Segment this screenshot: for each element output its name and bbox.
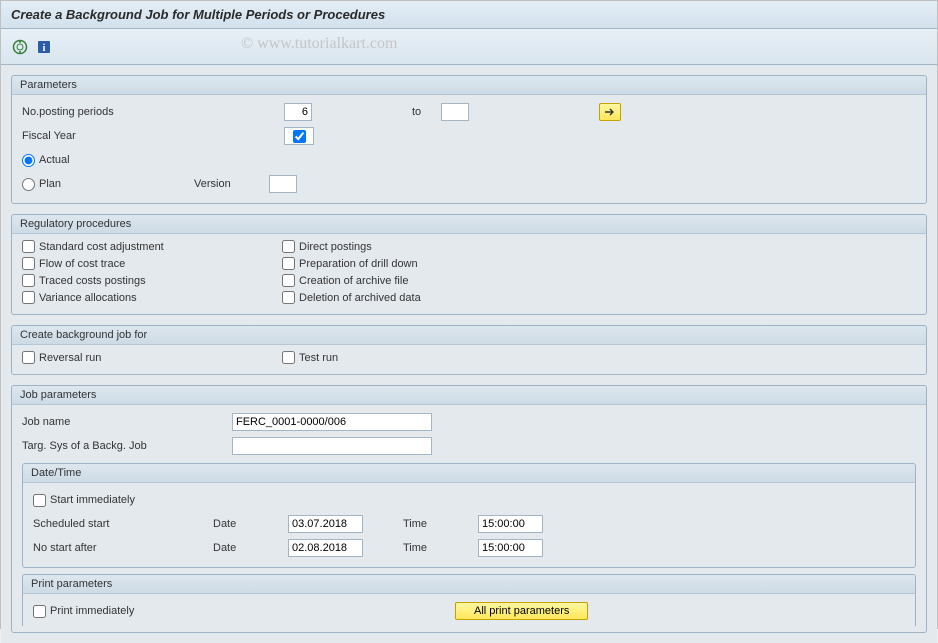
all-print-parameters-button[interactable]: All print parameters xyxy=(455,602,588,620)
fiscal-year-label: Fiscal Year xyxy=(22,130,284,142)
traced-costs-postings-checkbox[interactable] xyxy=(22,274,35,287)
deletion-archived-data-text: Deletion of archived data xyxy=(299,292,421,304)
create-bg-job-group: Create background job for Reversal run T… xyxy=(11,325,927,375)
traced-costs-postings-check[interactable]: Traced costs postings xyxy=(22,274,270,287)
job-name-input[interactable] xyxy=(232,413,432,431)
direct-postings-check[interactable]: Direct postings xyxy=(282,240,530,253)
svg-text:i: i xyxy=(43,43,46,54)
regulatory-group: Regulatory procedures Standard cost adju… xyxy=(11,214,927,315)
create-bg-job-legend: Create background job for xyxy=(12,326,926,345)
start-immediately-check[interactable]: Start immediately xyxy=(33,494,135,507)
scheduled-time-input[interactable] xyxy=(478,515,543,533)
parameters-group: Parameters No.posting periods to Fiscal … xyxy=(11,75,927,204)
version-label: Version xyxy=(194,178,269,190)
print-immediately-text: Print immediately xyxy=(50,605,134,617)
creation-archive-file-text: Creation of archive file xyxy=(299,275,408,287)
creation-archive-file-check[interactable]: Creation of archive file xyxy=(282,274,530,287)
datetime-group: Date/Time Start immediately Scheduled st… xyxy=(22,463,916,568)
deletion-archived-data-check[interactable]: Deletion of archived data xyxy=(282,291,530,304)
fiscal-year-field[interactable] xyxy=(284,127,314,145)
print-params-legend: Print parameters xyxy=(23,575,915,594)
page-title: Create a Background Job for Multiple Per… xyxy=(1,1,937,29)
actual-radio-label[interactable]: Actual xyxy=(22,154,70,167)
regulatory-legend: Regulatory procedures xyxy=(12,215,926,234)
flow-of-cost-trace-text: Flow of cost trace xyxy=(39,258,125,270)
plan-text: Plan xyxy=(39,178,61,190)
traced-costs-postings-text: Traced costs postings xyxy=(39,275,146,287)
reversal-run-text: Reversal run xyxy=(39,352,101,364)
execute-icon[interactable] xyxy=(11,38,29,56)
no-start-after-time-label: Time xyxy=(403,542,478,554)
actual-text: Actual xyxy=(39,154,70,166)
preparation-drill-down-checkbox[interactable] xyxy=(282,257,295,270)
creation-archive-file-checkbox[interactable] xyxy=(282,274,295,287)
print-immediately-checkbox[interactable] xyxy=(33,605,46,618)
reversal-run-check[interactable]: Reversal run xyxy=(22,351,270,364)
actual-radio[interactable] xyxy=(22,154,35,167)
multi-select-button[interactable] xyxy=(599,103,621,121)
to-label: to xyxy=(412,106,421,118)
print-immediately-check[interactable]: Print immediately xyxy=(33,605,213,618)
no-start-after-date-input[interactable] xyxy=(288,539,363,557)
job-params-group: Job parameters Job name Targ. Sys of a B… xyxy=(11,385,927,633)
flow-of-cost-trace-check[interactable]: Flow of cost trace xyxy=(22,257,270,270)
variance-allocations-checkbox[interactable] xyxy=(22,291,35,304)
targ-sys-label: Targ. Sys of a Backg. Job xyxy=(22,440,232,452)
fiscal-year-checkbox[interactable] xyxy=(293,130,306,143)
datetime-legend: Date/Time xyxy=(23,464,915,483)
toolbar: i © www.tutorialkart.com xyxy=(1,29,937,65)
direct-postings-text: Direct postings xyxy=(299,241,372,253)
direct-postings-checkbox[interactable] xyxy=(282,240,295,253)
no-posting-periods-to[interactable] xyxy=(441,103,469,121)
content-area: Parameters No.posting periods to Fiscal … xyxy=(1,65,937,643)
scheduled-start-label: Scheduled start xyxy=(33,518,213,530)
targ-sys-input[interactable] xyxy=(232,437,432,455)
no-posting-periods-from[interactable] xyxy=(284,103,312,121)
version-input[interactable] xyxy=(269,175,297,193)
no-start-after-label: No start after xyxy=(33,542,213,554)
no-posting-periods-label: No.posting periods xyxy=(22,106,284,118)
test-run-text: Test run xyxy=(299,352,338,364)
job-params-legend: Job parameters xyxy=(12,386,926,405)
test-run-check[interactable]: Test run xyxy=(282,351,530,364)
deletion-archived-data-checkbox[interactable] xyxy=(282,291,295,304)
flow-of-cost-trace-checkbox[interactable] xyxy=(22,257,35,270)
reversal-run-checkbox[interactable] xyxy=(22,351,35,364)
variance-allocations-check[interactable]: Variance allocations xyxy=(22,291,270,304)
standard-cost-adjustment-checkbox[interactable] xyxy=(22,240,35,253)
plan-radio-label[interactable]: Plan xyxy=(22,178,182,191)
start-immediately-checkbox[interactable] xyxy=(33,494,46,507)
standard-cost-adjustment-text: Standard cost adjustment xyxy=(39,241,164,253)
parameters-legend: Parameters xyxy=(12,76,926,95)
scheduled-time-label: Time xyxy=(403,518,478,530)
no-start-after-time-input[interactable] xyxy=(478,539,543,557)
test-run-checkbox[interactable] xyxy=(282,351,295,364)
preparation-drill-down-text: Preparation of drill down xyxy=(299,258,418,270)
job-name-label: Job name xyxy=(22,416,232,428)
no-start-after-date-label: Date xyxy=(213,542,288,554)
print-params-group: Print parameters Print immediately All p… xyxy=(22,574,916,626)
variance-allocations-text: Variance allocations xyxy=(39,292,137,304)
plan-radio[interactable] xyxy=(22,178,35,191)
standard-cost-adjustment-check[interactable]: Standard cost adjustment xyxy=(22,240,270,253)
preparation-drill-down-check[interactable]: Preparation of drill down xyxy=(282,257,530,270)
scheduled-date-label: Date xyxy=(213,518,288,530)
scheduled-date-input[interactable] xyxy=(288,515,363,533)
info-icon[interactable]: i xyxy=(35,38,53,56)
watermark-text: © www.tutorialkart.com xyxy=(241,35,397,53)
start-immediately-text: Start immediately xyxy=(50,494,135,506)
